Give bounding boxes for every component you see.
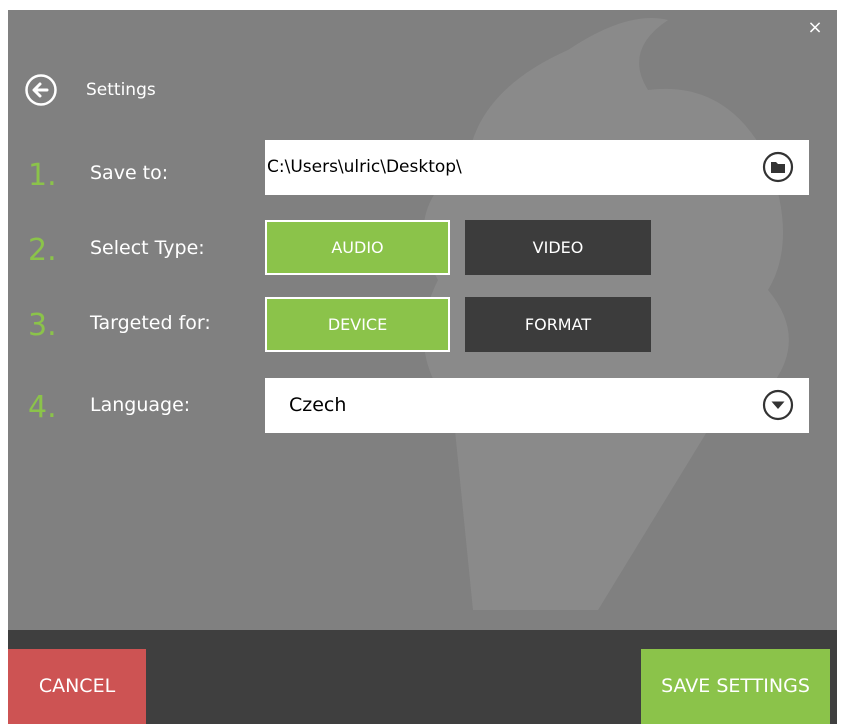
step-label-targeted-for: Targeted for: bbox=[90, 312, 211, 334]
step-number-4: 4. bbox=[28, 390, 57, 425]
step-label-language: Language: bbox=[90, 394, 191, 416]
step-number-1: 1. bbox=[28, 158, 57, 193]
chevron-down-icon[interactable] bbox=[762, 389, 794, 421]
save-path-input[interactable]: C:\Users\ulric\Desktop\ bbox=[267, 140, 462, 195]
step-label-select-type: Select Type: bbox=[90, 237, 205, 259]
save-path-field[interactable]: C:\Users\ulric\Desktop\ bbox=[265, 140, 809, 195]
device-target-button[interactable]: DEVICE bbox=[265, 297, 450, 352]
save-settings-button[interactable]: SAVE SETTINGS bbox=[641, 649, 830, 724]
language-select[interactable]: Czech bbox=[265, 378, 809, 433]
footer-bar: CANCEL SAVE SETTINGS bbox=[8, 630, 837, 724]
format-target-button[interactable]: FORMAT bbox=[465, 297, 651, 352]
step-number-2: 2. bbox=[28, 233, 57, 268]
video-type-button[interactable]: VIDEO bbox=[465, 220, 651, 275]
settings-panel: × Settings 1. Save to: C:\Users\ulric\De… bbox=[8, 10, 837, 630]
audio-type-button[interactable]: AUDIO bbox=[265, 220, 450, 275]
cancel-button[interactable]: CANCEL bbox=[8, 649, 146, 724]
close-icon[interactable]: × bbox=[803, 16, 827, 40]
step-number-3: 3. bbox=[28, 308, 57, 343]
step-label-save-to: Save to: bbox=[90, 162, 169, 184]
folder-icon[interactable] bbox=[762, 151, 794, 183]
page-title: Settings bbox=[86, 80, 156, 100]
back-arrow-icon[interactable] bbox=[24, 73, 58, 107]
settings-window: × Settings 1. Save to: C:\Users\ulric\De… bbox=[0, 0, 845, 724]
language-selected-value[interactable]: Czech bbox=[289, 378, 346, 433]
